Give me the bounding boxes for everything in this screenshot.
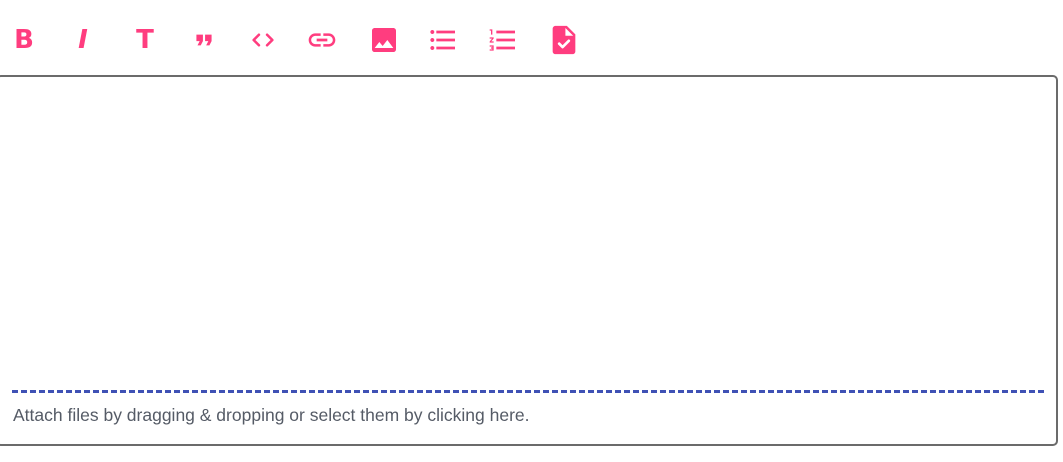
image-icon bbox=[372, 28, 396, 52]
code-button[interactable] bbox=[243, 20, 283, 60]
link-button[interactable] bbox=[302, 20, 342, 60]
quote-button[interactable] bbox=[184, 20, 224, 60]
attach-hint-text: Attach files by dragging & dropping or s… bbox=[13, 405, 530, 425]
drop-zone-divider bbox=[12, 390, 1044, 393]
ordered-list-button[interactable] bbox=[483, 20, 523, 60]
header-button[interactable]: T bbox=[125, 20, 165, 60]
numbered-list-icon bbox=[489, 29, 515, 51]
file-check-icon bbox=[552, 25, 576, 55]
code-icon bbox=[252, 33, 274, 47]
text-heading-icon: T bbox=[136, 25, 154, 55]
link-icon bbox=[308, 33, 336, 47]
file-attach-area[interactable]: Attach files by dragging & dropping or s… bbox=[0, 395, 1056, 443]
bulleted-list-icon bbox=[430, 30, 455, 50]
italic-button[interactable]: I bbox=[63, 20, 103, 60]
task-list-button[interactable] bbox=[544, 20, 584, 60]
image-button[interactable] bbox=[364, 20, 404, 60]
quote-icon bbox=[196, 34, 212, 46]
comment-textarea[interactable] bbox=[0, 77, 1056, 389]
italic-icon: I bbox=[78, 25, 88, 55]
unordered-list-button[interactable] bbox=[423, 20, 463, 60]
markdown-toolbar: B I T bbox=[0, 20, 620, 60]
editor-container: Attach files by dragging & dropping or s… bbox=[0, 75, 1058, 446]
bold-icon: B bbox=[14, 25, 34, 55]
bold-button[interactable]: B bbox=[4, 20, 44, 60]
